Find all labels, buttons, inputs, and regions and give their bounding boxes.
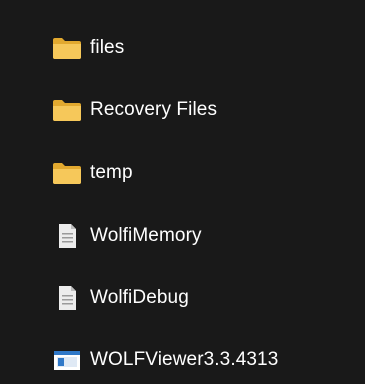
folder-icon bbox=[52, 160, 82, 186]
item-label: WOLFViewer3.3.4313 bbox=[90, 349, 279, 370]
folder-icon bbox=[52, 97, 82, 123]
item-label: WolfiDebug bbox=[90, 287, 189, 308]
item-label: WolfiMemory bbox=[90, 225, 202, 246]
list-item-wolfviewer[interactable]: WOLFViewer3.3.4313 bbox=[52, 345, 278, 375]
list-item-wolfimemory[interactable]: WolfiMemory bbox=[52, 221, 202, 251]
application-icon bbox=[52, 347, 82, 373]
list-item-temp[interactable]: temp bbox=[52, 158, 133, 188]
file-list: files Recovery Files temp WolfiMemory Wo… bbox=[0, 0, 365, 384]
document-icon bbox=[52, 223, 82, 249]
folder-icon bbox=[52, 35, 82, 61]
document-icon bbox=[52, 285, 82, 311]
list-item-files[interactable]: files bbox=[52, 33, 124, 63]
list-item-recovery-files[interactable]: Recovery Files bbox=[52, 95, 217, 125]
item-label: temp bbox=[90, 162, 133, 183]
item-label: files bbox=[90, 37, 125, 58]
list-item-wolfidebug[interactable]: WolfiDebug bbox=[52, 283, 189, 313]
item-label: Recovery Files bbox=[90, 99, 218, 120]
